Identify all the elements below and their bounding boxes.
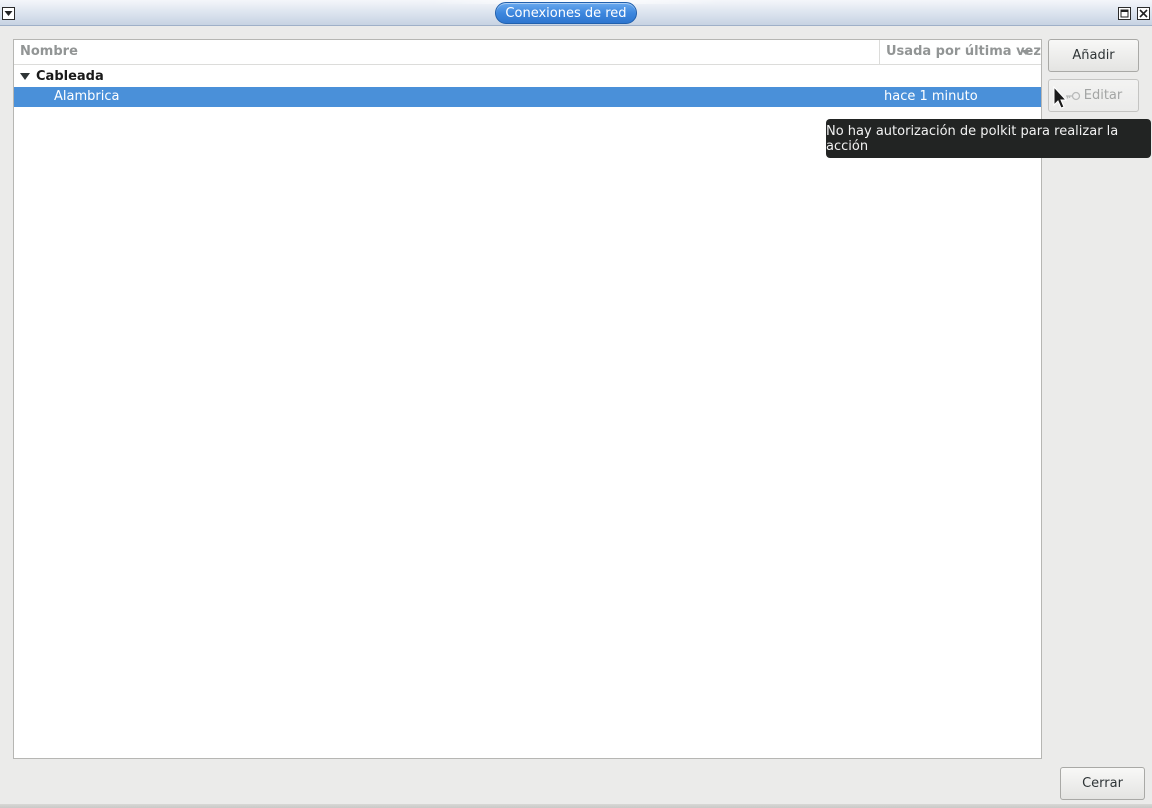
- connection-row-selected[interactable]: Alambrica hace 1 minuto: [14, 87, 1041, 107]
- column-header-last-used[interactable]: Usada por última vez: [880, 40, 1041, 64]
- window-titlebar[interactable]: Conexiones de red: [0, 0, 1152, 26]
- mouse-cursor-icon: [1053, 86, 1067, 109]
- column-header-last-used-label: Usada por última vez: [886, 44, 1041, 59]
- sort-descending-icon: [1021, 50, 1031, 55]
- window-title: Conexiones de red: [495, 2, 637, 24]
- lock-icon: [1065, 90, 1081, 102]
- tree-group-row[interactable]: Cableada: [14, 66, 1041, 87]
- expander-open-icon[interactable]: [20, 73, 30, 80]
- close-button[interactable]: Cerrar: [1060, 767, 1145, 800]
- add-button[interactable]: Añadir: [1048, 39, 1139, 72]
- close-icon[interactable]: [1137, 7, 1150, 20]
- connection-last-used: hace 1 minuto: [884, 89, 978, 104]
- permission-tooltip: No hay autorización de polkit para reali…: [826, 119, 1151, 158]
- window-bottom-edge: [0, 804, 1152, 808]
- edit-button-label: Editar: [1083, 88, 1123, 103]
- connection-name: Alambrica: [54, 89, 120, 104]
- group-label: Cableada: [36, 69, 104, 84]
- column-header-name[interactable]: Nombre: [14, 40, 880, 64]
- tree-header: Nombre Usada por última vez: [14, 40, 1041, 65]
- window-menu-icon[interactable]: [2, 7, 15, 20]
- maximize-icon[interactable]: [1118, 7, 1131, 20]
